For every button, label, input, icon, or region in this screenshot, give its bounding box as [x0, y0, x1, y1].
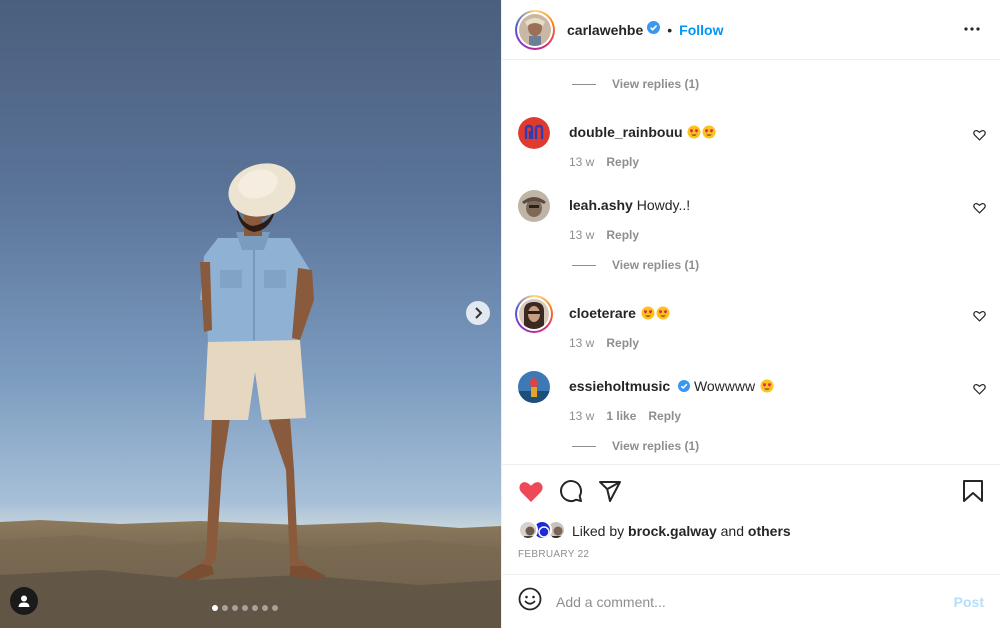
reply-button[interactable]: Reply [648, 409, 681, 423]
heart-eyes-emoji-icon [702, 125, 716, 142]
liked-by-user[interactable]: brock.galway [628, 523, 717, 539]
comment-item: double_rainbouu 13 w Reply [502, 117, 1000, 187]
commenter-avatar[interactable] [518, 117, 550, 149]
comment-item: cloeterare 13 w Reply [502, 295, 1000, 368]
photo-scene [0, 163, 501, 628]
author-avatar[interactable] [515, 9, 555, 50]
comment-item: essieholtmusic Wowwww 13 w 1 like Reply [502, 371, 1000, 441]
more-options-icon [964, 27, 980, 31]
view-replies-button[interactable]: View replies (1) [572, 257, 699, 273]
comment-text: leah.ashy Howdy..! [569, 197, 690, 213]
comment-time: 13 w [569, 228, 595, 242]
comment-item: leah.ashy Howdy..! 13 w Reply [502, 190, 1000, 260]
like-comment-button[interactable] [973, 128, 986, 146]
post-header: carlawehbe • Follow [502, 0, 1000, 60]
like-button[interactable] [518, 480, 544, 508]
commenter-avatar[interactable] [515, 295, 553, 333]
bookmark-icon [963, 480, 983, 502]
share-button[interactable] [598, 479, 622, 508]
comment-icon [560, 480, 583, 503]
comment-text: double_rainbouu [569, 124, 716, 142]
heart-icon [973, 310, 986, 322]
comment-body: Wowwww [693, 378, 756, 394]
comment-text: cloeterare [569, 305, 670, 323]
chevron-right-icon [475, 307, 483, 319]
follow-button[interactable]: Follow [679, 22, 723, 38]
liked-by-avatars[interactable] [518, 520, 570, 542]
carousel-dot [272, 605, 278, 611]
comments-list[interactable]: View replies (1) double_rainbouu 13 w Re… [502, 60, 1000, 464]
heart-icon [973, 129, 986, 141]
heart-eyes-emoji-icon [687, 125, 701, 142]
heart-eyes-emoji-icon [656, 306, 670, 323]
heart-eyes-emoji-icon [641, 306, 655, 323]
verified-badge-icon [678, 379, 691, 395]
reply-button[interactable]: Reply [606, 155, 639, 169]
liked-by-others[interactable]: others [748, 523, 791, 539]
add-comment-bar: Post [502, 574, 1000, 628]
carousel-dot [222, 605, 228, 611]
comment-body: Howdy..! [636, 197, 691, 213]
carousel-dot [262, 605, 268, 611]
post-comment-button[interactable]: Post [954, 594, 984, 610]
commenter-username[interactable]: essieholtmusic [569, 378, 670, 394]
liked-by: Liked by brock.galway and others [518, 520, 791, 542]
carousel-dot [212, 605, 218, 611]
next-photo-button[interactable] [466, 301, 490, 325]
post-photo[interactable] [0, 0, 501, 628]
emoji-icon [518, 587, 542, 611]
commenter-avatar[interactable] [518, 371, 550, 403]
comment-meta: 13 w Reply [569, 336, 639, 350]
comment-button[interactable] [559, 479, 583, 508]
commenter-username[interactable]: double_rainbouu [569, 124, 683, 140]
carousel-dot [242, 605, 248, 611]
reply-button[interactable]: Reply [606, 336, 639, 350]
heart-eyes-emoji-icon [760, 379, 774, 396]
like-comment-button[interactable] [973, 382, 986, 400]
post-date[interactable]: FEBRUARY 22 [518, 549, 589, 560]
post-details-panel: carlawehbe • Follow View replies (1) dou… [501, 0, 1000, 628]
commenter-avatar[interactable] [518, 190, 550, 222]
comment-likes-count[interactable]: 1 like [606, 409, 636, 423]
save-button[interactable] [962, 479, 984, 508]
carousel-dot [232, 605, 238, 611]
comment-time: 13 w [569, 409, 595, 423]
commenter-username[interactable]: cloeterare [569, 305, 636, 321]
more-options-button[interactable] [963, 20, 981, 43]
comment-meta: 13 w Reply [569, 228, 639, 242]
comment-text: essieholtmusic Wowwww [569, 378, 774, 396]
heart-icon [519, 482, 543, 502]
comment-input[interactable] [556, 593, 916, 610]
comment-meta: 13 w Reply [569, 155, 639, 169]
emoji-picker-button[interactable] [518, 587, 542, 616]
separator-dot: • [667, 21, 673, 38]
user-tag-button[interactable] [10, 587, 38, 615]
like-comment-button[interactable] [973, 309, 986, 327]
post-actions: Liked by brock.galway and others FEBRUAR… [502, 464, 1000, 574]
comment-time: 13 w [569, 336, 595, 350]
liked-by-and: and [720, 523, 744, 539]
author-username[interactable]: carlawehbe [567, 22, 643, 38]
view-replies-button[interactable]: View replies (1) [572, 438, 699, 454]
comment-meta: 13 w 1 like Reply [569, 409, 681, 423]
verified-badge-icon [647, 20, 661, 39]
heart-icon [973, 383, 986, 395]
comment-time: 13 w [569, 155, 595, 169]
like-comment-button[interactable] [973, 201, 986, 219]
view-replies-button[interactable]: View replies (1) [572, 76, 699, 92]
commenter-username[interactable]: leah.ashy [569, 197, 633, 213]
carousel-dot [252, 605, 258, 611]
carousel-indicator [212, 605, 278, 611]
liked-by-prefix: Liked by [572, 523, 625, 539]
user-tag-icon [18, 595, 30, 607]
share-icon [599, 481, 621, 502]
heart-icon [973, 202, 986, 214]
reply-button[interactable]: Reply [606, 228, 639, 242]
